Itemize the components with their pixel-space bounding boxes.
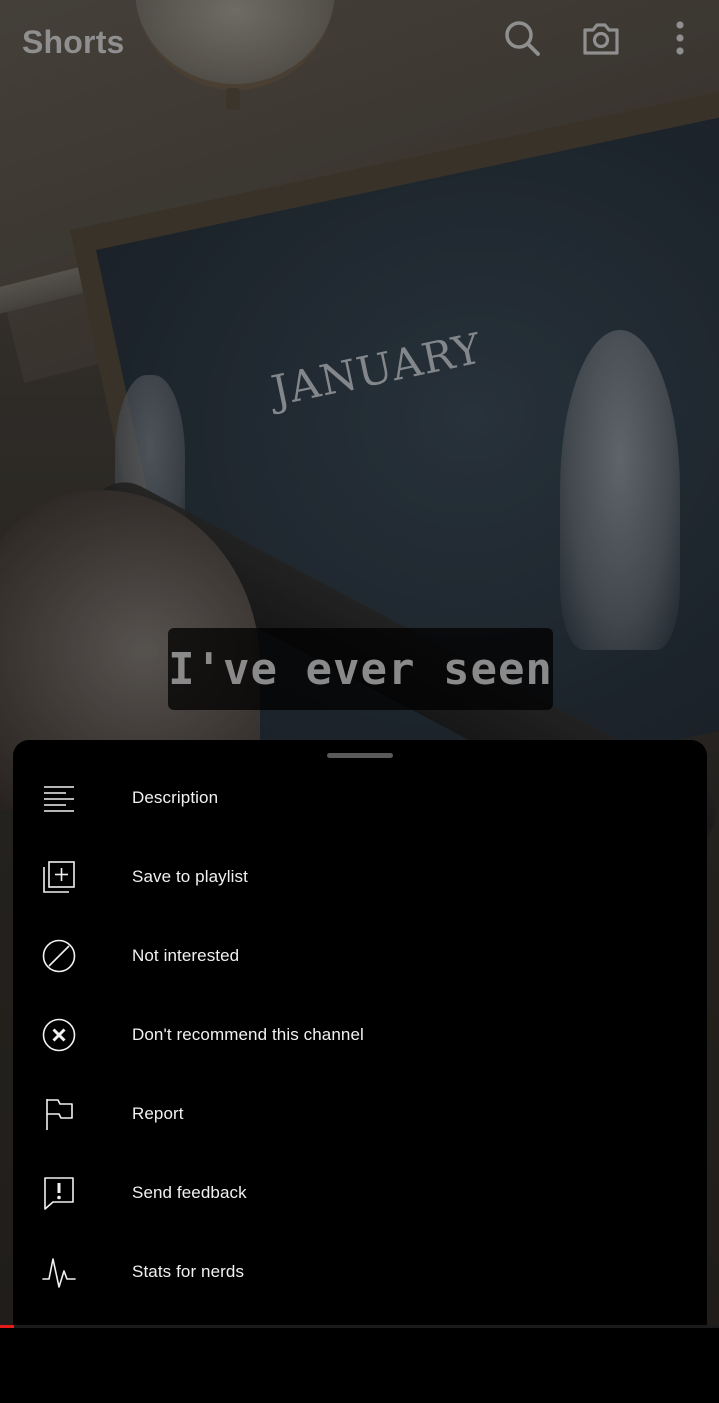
menu-item-send-feedback[interactable]: Send feedback xyxy=(13,1153,707,1232)
search-icon[interactable] xyxy=(502,18,542,58)
not-interested-icon xyxy=(40,937,78,975)
menu-item-save-to-playlist[interactable]: Save to playlist xyxy=(13,837,707,916)
block-channel-icon xyxy=(40,1016,78,1054)
bottom-nav-area xyxy=(0,1328,719,1403)
menu-label-not-interested: Not interested xyxy=(132,945,240,965)
menu-item-report[interactable]: Report xyxy=(13,1074,707,1153)
app-title: Shorts xyxy=(22,24,125,60)
stats-icon xyxy=(40,1253,78,1291)
menu-item-description[interactable]: Description xyxy=(13,758,707,837)
menu-item-stats-for-nerds[interactable]: Stats for nerds xyxy=(13,1232,707,1311)
menu-label-description: Description xyxy=(132,787,219,807)
menu-label-save-to-playlist: Save to playlist xyxy=(132,866,248,886)
playlist-add-icon xyxy=(40,858,78,896)
menu-item-not-interested[interactable]: Not interested xyxy=(13,916,707,995)
description-icon xyxy=(40,779,78,817)
camera-icon[interactable] xyxy=(581,18,621,58)
menu-label-send-feedback: Send feedback xyxy=(132,1182,247,1202)
shorts-screen: JANUARY I've ever seen Shorts Descriptio… xyxy=(0,0,719,1403)
more-vert-icon[interactable] xyxy=(660,18,700,58)
flag-icon xyxy=(40,1095,78,1133)
caption-text: I've ever seen xyxy=(168,643,553,695)
menu-item-dont-recommend-channel[interactable]: Don't recommend this channel xyxy=(13,995,707,1074)
menu-label-dont-recommend-channel: Don't recommend this channel xyxy=(132,1024,364,1044)
options-bottom-sheet: Description Save to playlist Not interes… xyxy=(13,740,707,1325)
caption-box: I've ever seen xyxy=(168,628,553,710)
top-bar: Shorts xyxy=(0,0,719,84)
feedback-icon xyxy=(40,1174,78,1212)
menu-label-stats-for-nerds: Stats for nerds xyxy=(132,1261,245,1281)
menu-label-report: Report xyxy=(132,1103,184,1123)
